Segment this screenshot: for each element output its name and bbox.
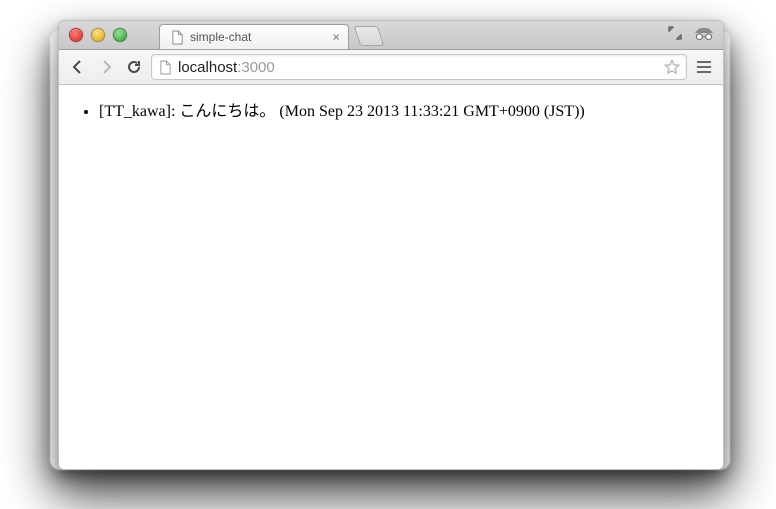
browser-tab[interactable]: simple-chat × — [159, 24, 349, 49]
page-content: [TT_kawa]: こんにちは。 (Mon Sep 23 2013 11:33… — [59, 85, 723, 470]
window-controls — [59, 21, 137, 49]
file-icon — [158, 60, 172, 75]
browser-toolbar: localhost:3000 — [59, 50, 723, 85]
window-minimize-button[interactable] — [91, 28, 105, 42]
message-list: [TT_kawa]: こんにちは。 (Mon Sep 23 2013 11:33… — [59, 101, 723, 123]
url-text: localhost:3000 — [178, 59, 658, 76]
incognito-icon — [693, 25, 715, 46]
forward-button[interactable] — [95, 56, 117, 78]
back-button[interactable] — [67, 56, 89, 78]
window-close-button[interactable] — [69, 28, 83, 42]
new-tab-button[interactable] — [354, 26, 384, 46]
expand-icon[interactable] — [667, 25, 683, 46]
chrome-menu-button[interactable] — [693, 56, 715, 78]
close-tab-icon[interactable]: × — [332, 31, 340, 44]
url-host: localhost — [178, 59, 237, 76]
tab-strip: simple-chat × — [59, 21, 723, 50]
browser-window: simple-chat × — [58, 20, 724, 470]
address-bar[interactable]: localhost:3000 — [151, 54, 687, 80]
file-icon — [170, 30, 184, 44]
reload-button[interactable] — [123, 56, 145, 78]
bookmark-star-icon[interactable] — [664, 59, 680, 75]
window-zoom-button[interactable] — [113, 28, 127, 42]
url-port: :3000 — [237, 59, 275, 76]
list-item: [TT_kawa]: こんにちは。 (Mon Sep 23 2013 11:33… — [99, 101, 723, 123]
message-line: [TT_kawa]: こんにちは。 (Mon Sep 23 2013 11:33… — [99, 103, 585, 120]
tab-title: simple-chat — [190, 30, 251, 44]
